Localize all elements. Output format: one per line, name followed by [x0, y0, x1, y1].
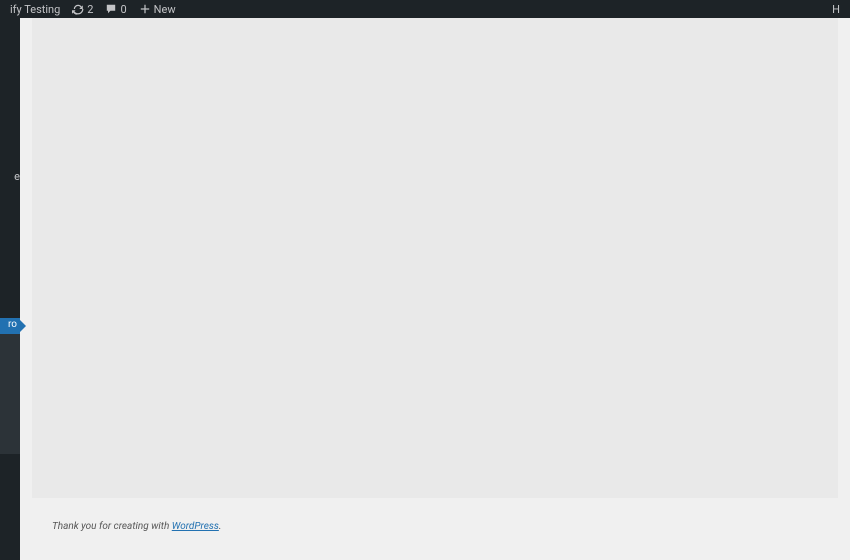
updates-icon [72, 3, 84, 15]
admin-toolbar: ify Testing 2 0 New H [0, 0, 850, 18]
admin-footer: Thank you for creating with WordPress. [52, 521, 221, 532]
site-name-link[interactable]: ify Testing [4, 3, 66, 16]
main-content-area: Thank you for creating with WordPress. [20, 18, 850, 560]
comments-link[interactable]: 0 [99, 3, 132, 16]
sidebar-active-label: ro [8, 319, 17, 330]
plus-icon [139, 3, 151, 15]
account-link[interactable]: H [826, 3, 846, 16]
page-content [32, 18, 838, 498]
new-label: New [154, 3, 176, 16]
footer-suffix: . [219, 521, 222, 532]
admin-sidebar: e ro [0, 18, 20, 560]
comments-count: 0 [120, 3, 126, 16]
wordpress-link[interactable]: WordPress [172, 521, 219, 532]
new-content-link[interactable]: New [133, 3, 182, 16]
account-text: H [832, 3, 840, 16]
footer-prefix: Thank you for creating with [52, 521, 172, 532]
updates-count: 2 [87, 3, 93, 16]
sidebar-item-fragment[interactable]: e [14, 170, 20, 183]
sidebar-active-item[interactable]: ro [0, 318, 20, 334]
comment-icon [105, 3, 117, 15]
sidebar-submenu [0, 334, 20, 454]
site-name-text: ify Testing [10, 3, 60, 16]
sidebar-collapse[interactable] [0, 454, 20, 478]
updates-link[interactable]: 2 [66, 3, 99, 16]
